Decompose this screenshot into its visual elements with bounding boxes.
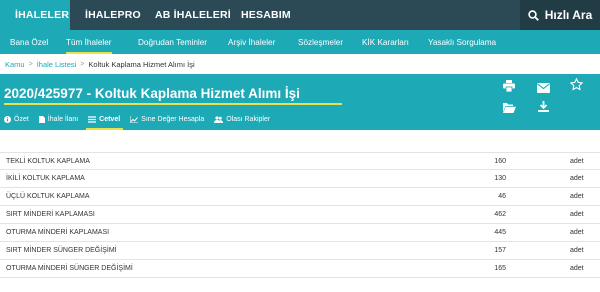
nav-ihalepro-label: İHALEPRO — [85, 9, 141, 21]
item-unit: adet — [570, 157, 584, 165]
chart-line-icon — [130, 116, 139, 123]
mail-button[interactable] — [537, 80, 551, 94]
subnav-arsiv-ihaleler[interactable]: Arşiv İhaleler — [228, 30, 275, 54]
top-navbar: İHALELER İHALEPRO AB İHALELERİ HESABIM H… — [0, 0, 600, 30]
title-underline — [4, 103, 342, 105]
item-unit: adet — [570, 193, 584, 200]
item-name: OTURMA MİNDERİ SÜNGER DEĞİŞİMİ — [6, 265, 133, 272]
list-item: ÜÇLÜ KOLTUK KAPLAMA 46 adet — [0, 188, 600, 206]
page-title: 2020/425977 - Koltuk Kaplama Hizmet Alım… — [4, 86, 300, 101]
item-unit: adet — [570, 229, 584, 236]
sub-nav: Bana Özel Tüm İhaleler Doğrudan Teminler… — [0, 30, 600, 54]
breadcrumb-ihale-listesi[interactable]: İhale Listesi — [37, 60, 77, 69]
nav-ihaleler-label: İHALELER — [15, 9, 70, 21]
nav-ab-ihaleleri[interactable]: AB İHALELERİ — [140, 0, 231, 30]
item-name: TEKLİ KOLTUK KAPLAMA — [6, 157, 90, 165]
mail-icon — [537, 83, 550, 93]
quick-search-label: Hızlı Ara — [544, 8, 593, 22]
tab-sine-deger-label: Sıne Değer Hesapla — [141, 116, 205, 123]
subnav-sozlesmeler[interactable]: Sözleşmeler — [298, 30, 343, 54]
nav-hesabim-label: HESABIM — [241, 9, 291, 21]
print-icon — [503, 80, 515, 93]
item-quantity: 462 — [494, 211, 506, 218]
file-icon — [38, 116, 45, 123]
list-item: SIRT MİNDER SÜNGER DEĞİŞİMİ 157 adet — [0, 242, 600, 260]
star-icon — [569, 77, 584, 91]
tab-ozet[interactable]: Özet — [4, 114, 29, 130]
nav-hesabim[interactable]: HESABIM — [226, 0, 296, 30]
tab-ozet-label: Özet — [14, 116, 29, 123]
breadcrumb-separator: > — [80, 61, 85, 68]
item-unit: adet — [570, 175, 584, 182]
tab-olasi-rakipler[interactable]: Olası Rakipler — [214, 114, 270, 130]
nav-ihalepro[interactable]: İHALEPRO — [70, 0, 141, 30]
item-name: SIRT MİNDERİ KAPLAMASI — [6, 211, 95, 218]
favorite-button[interactable] — [569, 77, 584, 92]
info-icon — [4, 116, 11, 123]
open-folder-button[interactable] — [503, 100, 517, 114]
subnav-dogrudan-teminler[interactable]: Doğrudan Teminler — [138, 30, 207, 54]
tab-ihale-ilani-label: İhale İlanı — [47, 116, 79, 123]
folder-open-icon — [503, 103, 516, 113]
item-quantity: 130 — [494, 175, 506, 182]
item-quantity: 445 — [494, 229, 506, 236]
breadcrumb-kamu[interactable]: Kamu — [5, 60, 25, 69]
tender-header: 2020/425977 - Koltuk Kaplama Hizmet Alım… — [0, 74, 600, 130]
nav-ihaleler[interactable]: İHALELER — [0, 0, 70, 30]
tab-cetvel-label: Cetvel — [99, 116, 121, 123]
subnav-kik-kararlari[interactable]: KİK Kararları — [362, 30, 409, 54]
item-name: ÜÇLÜ KOLTUK KAPLAMA — [6, 193, 90, 200]
tab-ihale-ilani[interactable]: İhale İlanı — [38, 114, 79, 130]
item-name: İKİLİ KOLTUK KAPLAMA — [6, 175, 85, 182]
item-quantity: 165 — [494, 265, 506, 272]
tender-tabs: Özet İhale İlanı Cetvel Sıne Değer Hesap… — [4, 114, 280, 130]
nav-ab-ihaleleri-label: AB İHALELERİ — [155, 9, 231, 21]
item-unit: adet — [570, 247, 584, 254]
item-unit: adet — [570, 265, 584, 272]
item-name: SIRT MİNDER SÜNGER DEĞİŞİMİ — [6, 247, 117, 254]
list-item: OTURMA MİNDERİ KAPLAMASI 445 adet — [0, 224, 600, 242]
users-icon — [214, 116, 224, 123]
item-unit: adet — [570, 211, 584, 218]
item-quantity: 160 — [494, 157, 506, 165]
subnav-bana-ozel[interactable]: Bana Özel — [10, 30, 48, 54]
item-quantity: 157 — [494, 247, 506, 254]
breadcrumb-separator: > — [28, 61, 33, 68]
tab-olasi-rakipler-label: Olası Rakipler — [226, 116, 271, 123]
items-list: TEKLİ KOLTUK KAPLAMA 160 adet İKİLİ KOLT… — [0, 152, 600, 278]
subnav-tum-ihaleler[interactable]: Tüm İhaleler — [66, 30, 112, 54]
item-name: OTURMA MİNDERİ KAPLAMASI — [6, 229, 110, 236]
list-item: SIRT MİNDERİ KAPLAMASI 462 adet — [0, 206, 600, 224]
breadcrumb: Kamu > İhale Listesi > Koltuk Kaplama Hi… — [5, 60, 195, 69]
download-icon — [538, 101, 549, 112]
tab-sine-deger[interactable]: Sıne Değer Hesapla — [130, 114, 204, 130]
print-button[interactable] — [503, 79, 517, 93]
breadcrumb-current: Koltuk Kaplama Hizmet Alımı İşi — [88, 60, 195, 69]
list-item: OTURMA MİNDERİ SÜNGER DEĞİŞİMİ 165 adet — [0, 260, 600, 278]
list-item: TEKLİ KOLTUK KAPLAMA 160 adet — [0, 152, 600, 170]
list-icon — [88, 116, 97, 123]
main-nav: İHALELER İHALEPRO AB İHALELERİ HESABIM — [0, 0, 296, 30]
list-item: İKİLİ KOLTUK KAPLAMA 130 adet — [0, 170, 600, 188]
subnav-yasakli-sorgulama[interactable]: Yasaklı Sorgulama — [428, 30, 496, 54]
download-button[interactable] — [538, 99, 552, 113]
quick-search-button[interactable]: Hızlı Ara — [520, 0, 600, 30]
tab-cetvel[interactable]: Cetvel — [86, 114, 124, 130]
search-icon — [528, 9, 539, 21]
item-quantity: 46 — [498, 193, 506, 200]
